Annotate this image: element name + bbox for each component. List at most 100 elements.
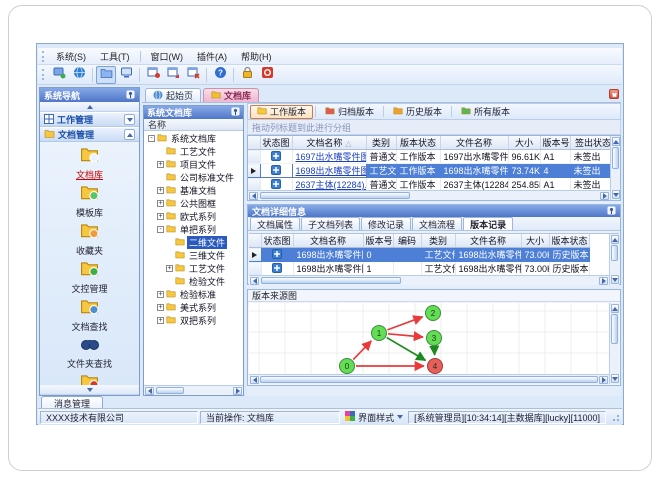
table-row[interactable]: 1698出水嘴零件图.dwg0工艺文件1698出水嘴零件图.dwg73.00KB…	[249, 247, 590, 262]
tree-toggle-icon[interactable]: +	[157, 317, 164, 324]
version-button[interactable]: 所有版本	[454, 105, 517, 119]
tree-toggle-icon[interactable]: +	[157, 291, 164, 298]
column-header[interactable]: 文档名称	[293, 234, 364, 248]
tree-item[interactable]: + 欧式系列	[144, 210, 243, 223]
scroll-left-icon[interactable]	[145, 387, 154, 395]
menu-item[interactable]: 窗口(W)	[144, 48, 191, 65]
detail-tab[interactable]: 子文档列表	[301, 217, 361, 230]
chevron-down-icon[interactable]	[124, 114, 135, 125]
tab-library[interactable]: 文档库	[203, 88, 260, 102]
toolbar-button[interactable]	[96, 65, 116, 84]
tree-item[interactable]: + 美式系列	[144, 301, 243, 314]
sidebar-item[interactable]: 文档查找	[45, 298, 135, 333]
detail-tab[interactable]: 版本记录	[463, 217, 514, 230]
sidebar-collapse-strip[interactable]	[40, 102, 139, 112]
table-row[interactable]: 1697出水嘴零件图.dwg普通文档工作版本1697出水嘴零件图.dwg96.6…	[248, 149, 617, 164]
toolbar-button[interactable]	[163, 66, 183, 84]
pin-icon[interactable]	[126, 90, 135, 101]
table-row[interactable]: 1698出水嘴零件图.dwg1工艺文件1698出水嘴零件图.dwg73.00KB…	[249, 261, 590, 276]
column-header[interactable]: 文件名称	[440, 136, 509, 150]
menu-item[interactable]: 系统(S)	[49, 48, 93, 65]
sidebar-item[interactable]: 模板库	[45, 184, 135, 219]
tree-toggle-icon[interactable]: +	[166, 265, 173, 272]
tree-item[interactable]: + 基准文档	[144, 184, 243, 197]
tree-toggle-icon[interactable]: +	[157, 187, 164, 194]
toolbar-button[interactable]	[116, 66, 136, 84]
tree-toggle-icon[interactable]: +	[157, 304, 164, 311]
tree-item[interactable]: 三维文件	[144, 249, 243, 262]
version-table-hscrollbar[interactable]	[249, 275, 609, 285]
column-header[interactable]: 版本号	[540, 136, 571, 150]
version-table-vscrollbar[interactable]	[609, 234, 619, 285]
column-header[interactable]: 大小	[508, 136, 541, 150]
tree-toggle-icon[interactable]: -	[157, 226, 164, 233]
version-button[interactable]: 工作版本	[250, 104, 314, 119]
version-button[interactable]: 归档版本	[318, 105, 381, 119]
toolbar-button[interactable]	[237, 66, 257, 84]
tab-startpage[interactable]: 起始页	[145, 88, 202, 102]
sidebar-item[interactable]: 文件夹查找	[45, 336, 135, 370]
detail-tab[interactable]: 文档属性	[250, 217, 301, 230]
document-link[interactable]: 1697出水嘴零件图.dwg	[296, 152, 366, 162]
column-header[interactable]: 状态图	[261, 234, 294, 248]
graph-hscrollbar[interactable]	[249, 374, 609, 384]
tree-toggle-icon[interactable]: +	[157, 200, 164, 207]
toolbar-button[interactable]: ?	[210, 66, 230, 84]
close-icon[interactable]	[609, 89, 619, 99]
tree-item[interactable]: 检验文件	[144, 275, 243, 288]
tree-column-header[interactable]: 名称	[144, 119, 243, 131]
menu-item[interactable]: 帮助(H)	[234, 48, 279, 65]
column-header[interactable]: 类别	[366, 136, 397, 150]
doc-table-vscrollbar[interactable]	[610, 136, 620, 200]
version-button[interactable]: 历史版本	[386, 105, 449, 119]
column-header[interactable]: 编码	[393, 234, 422, 248]
menu-item[interactable]: 工具(T)	[93, 48, 137, 65]
column-header[interactable]: 类别	[421, 234, 456, 248]
toolbar-button[interactable]	[49, 66, 69, 84]
table-row[interactable]: 1698出水嘴零件图.dwg工艺文件工作版本1698出水嘴零件图.dwg73.7…	[248, 163, 617, 178]
tree-item[interactable]: + 项目文件	[144, 158, 243, 171]
toolbar-button[interactable]	[257, 66, 277, 84]
detail-tab[interactable]: 修改记录	[361, 217, 412, 230]
interface-style-button[interactable]: 界面样式	[342, 411, 406, 424]
column-header[interactable]: 版本状态	[549, 234, 590, 248]
tree-item[interactable]: + 双把系列	[144, 314, 243, 327]
chevron-up-icon[interactable]	[124, 129, 135, 140]
tree-toggle-icon[interactable]: -	[148, 135, 155, 142]
doc-table-hscrollbar[interactable]	[248, 190, 610, 200]
tree-item[interactable]: 工艺文件	[144, 145, 243, 158]
tree-item[interactable]: + 检验标准	[144, 288, 243, 301]
column-header[interactable]: 文件名称	[455, 234, 522, 248]
document-link[interactable]: 1698出水嘴零件图.dwg	[296, 166, 366, 176]
scroll-thumb[interactable]	[156, 387, 184, 394]
column-header[interactable]: 状态图	[260, 136, 293, 150]
document-link[interactable]: 2637主体(12284).dwg	[296, 180, 366, 190]
sidebar-item[interactable]: 文控管理	[45, 260, 135, 295]
tree-item[interactable]: 公司标准文件	[144, 171, 243, 184]
toolbar-button[interactable]	[69, 66, 89, 84]
pin-icon[interactable]	[231, 107, 240, 118]
tree-toggle-icon[interactable]: +	[157, 213, 164, 220]
tree-item[interactable]: + 工艺文件	[144, 262, 243, 275]
sidebar-panel-work[interactable]: 工作管理	[40, 112, 139, 127]
sidebar-panel-doc[interactable]: 文档管理	[40, 127, 139, 142]
resize-grip[interactable]	[610, 412, 620, 422]
detail-tab[interactable]: 文档流程	[412, 217, 463, 230]
menu-item[interactable]: 插件(A)	[190, 48, 234, 65]
pin-icon[interactable]	[607, 206, 616, 217]
tree-item[interactable]: - 单把系列	[144, 223, 243, 236]
scroll-right-icon[interactable]	[233, 387, 242, 395]
tree-item[interactable]: 二维文件	[144, 236, 243, 249]
tree-item[interactable]: + 公共图框	[144, 197, 243, 210]
column-header[interactable]: 版本状态	[396, 136, 441, 150]
column-header[interactable]: 文档名称 △	[292, 136, 367, 150]
sidebar-expand-strip[interactable]	[40, 385, 139, 395]
column-header[interactable]: 版本号	[363, 234, 394, 248]
sidebar-item[interactable]: 签出的文档	[45, 373, 135, 385]
tree-item[interactable]: - 系统文档库	[144, 132, 243, 145]
toolbar-button[interactable]	[183, 66, 203, 84]
tree-toggle-icon[interactable]: +	[157, 161, 164, 168]
column-header[interactable]: 大小	[521, 234, 550, 248]
sidebar-item[interactable]: 文档库	[45, 146, 135, 181]
sidebar-item[interactable]: 收藏夹	[45, 222, 135, 257]
